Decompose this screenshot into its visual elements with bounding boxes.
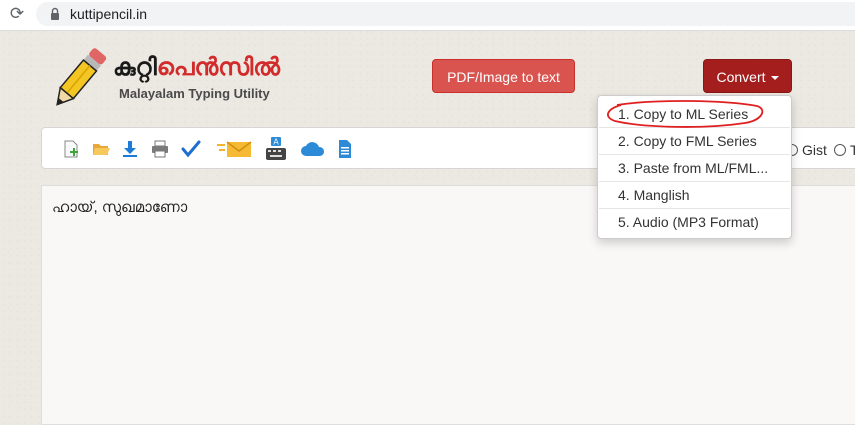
- annotation-circle: [607, 100, 764, 128]
- logo-title: കുറ്റിപെൻസിൽ: [113, 54, 280, 82]
- svg-text:A: A: [273, 138, 279, 147]
- download-icon[interactable]: [120, 139, 140, 159]
- print-icon[interactable]: [150, 139, 170, 159]
- email-icon[interactable]: [217, 139, 253, 159]
- radio-t-circle[interactable]: [834, 144, 846, 156]
- cloud-icon[interactable]: [300, 139, 326, 159]
- menu-item-manglish[interactable]: 4. Manglish: [598, 182, 791, 208]
- browser-address-bar: ⟳ kuttipencil.in: [0, 0, 855, 31]
- radio-gist[interactable]: Gist: [786, 142, 827, 158]
- reload-icon[interactable]: ⟳: [8, 5, 26, 23]
- convert-button[interactable]: Convert: [703, 59, 792, 93]
- pencil-logo-icon: [56, 48, 107, 106]
- spellcheck-icon[interactable]: [181, 139, 201, 159]
- url-bar[interactable]: [36, 2, 855, 26]
- menu-item-audio[interactable]: 5. Audio (MP3 Format): [598, 209, 791, 235]
- url-text[interactable]: kuttipencil.in: [70, 6, 147, 22]
- radio-t-label: T: [850, 142, 855, 158]
- logo-title-black: കുറ്റി: [113, 54, 157, 81]
- convert-button-label: Convert: [716, 69, 766, 85]
- radio-t[interactable]: T: [834, 142, 855, 158]
- document-icon[interactable]: [335, 139, 355, 159]
- keyboard-icon[interactable]: A: [265, 137, 287, 161]
- pdf-image-to-text-button[interactable]: PDF/Image to text: [432, 59, 575, 93]
- new-file-icon[interactable]: [61, 139, 81, 159]
- logo-title-red: പെൻസിൽ: [156, 54, 280, 81]
- logo-subtitle: Malayalam Typing Utility: [119, 86, 270, 101]
- menu-item-paste-ml-fml[interactable]: 3. Paste from ML/FML...: [598, 155, 791, 181]
- caret-down-icon: [770, 76, 779, 81]
- menu-item-copy-fml[interactable]: 2. Copy to FML Series: [598, 128, 791, 154]
- lock-icon: [51, 7, 59, 20]
- editor-content[interactable]: ഹായ്, സുഖമാണോ: [52, 199, 187, 216]
- open-folder-icon[interactable]: [91, 139, 111, 159]
- radio-gist-label: Gist: [802, 142, 827, 158]
